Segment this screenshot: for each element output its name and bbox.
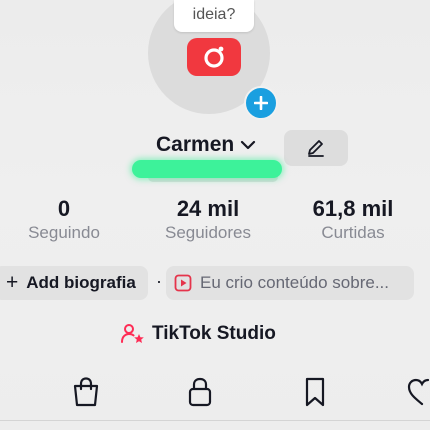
tiktok-studio-label: TikTok Studio (152, 323, 276, 344)
profile-name: Carmen (156, 133, 235, 156)
tab-saved[interactable] (297, 374, 333, 410)
tab-private[interactable] (182, 374, 218, 410)
shopping-bag-icon (73, 377, 99, 407)
following-label: Seguindo (28, 223, 100, 242)
camera-button[interactable] (187, 38, 241, 76)
tab-liked[interactable] (404, 374, 430, 410)
tab-shop[interactable] (68, 374, 104, 410)
studio-person-icon (121, 324, 144, 343)
separator-dot: · (156, 271, 162, 291)
profile-screen: ideia? Carmen 0 Seguindo 24 mil Seguidor… (0, 0, 430, 430)
followers-count: 24 mil (176, 196, 240, 221)
tiktok-studio-button[interactable]: TikTok Studio (120, 320, 276, 348)
followers-stat[interactable]: 24 mil Seguidores (150, 196, 266, 244)
plus-icon: + (6, 271, 19, 294)
add-bio-button[interactable]: + Add biografia (0, 266, 148, 300)
likes-stat[interactable]: 61,8 mil Curtidas (300, 196, 406, 244)
username-redaction (132, 160, 282, 178)
lock-icon (188, 377, 212, 407)
bio-suggestion-label: Eu crio conteúdo sobre... (200, 273, 390, 292)
bio-row: + Add biografia · Eu crio conteúdo sobre… (0, 266, 430, 302)
likes-count: 61,8 mil (312, 196, 394, 221)
play-square-icon (174, 274, 192, 292)
add-avatar-button[interactable] (244, 86, 278, 120)
account-switcher[interactable]: Carmen (156, 133, 256, 157)
plus-icon (254, 96, 268, 110)
bookmark-icon (305, 377, 325, 407)
bio-suggestion-button[interactable]: Eu crio conteúdo sobre... (166, 266, 414, 300)
tabs-divider (0, 420, 430, 421)
chevron-down-icon (241, 140, 256, 150)
edit-profile-button[interactable] (284, 130, 348, 166)
following-stat[interactable]: 0 Seguindo (14, 196, 114, 244)
likes-label: Curtidas (321, 223, 385, 242)
add-bio-label: Add biografia (26, 273, 136, 292)
idea-bubble[interactable]: ideia? (174, 0, 254, 32)
camera-icon (204, 46, 224, 68)
content-tabs (0, 362, 430, 422)
pencil-icon (308, 140, 324, 157)
heart-icon (407, 378, 430, 406)
followers-label: Seguidores (164, 223, 251, 242)
following-count: 0 (57, 196, 71, 221)
